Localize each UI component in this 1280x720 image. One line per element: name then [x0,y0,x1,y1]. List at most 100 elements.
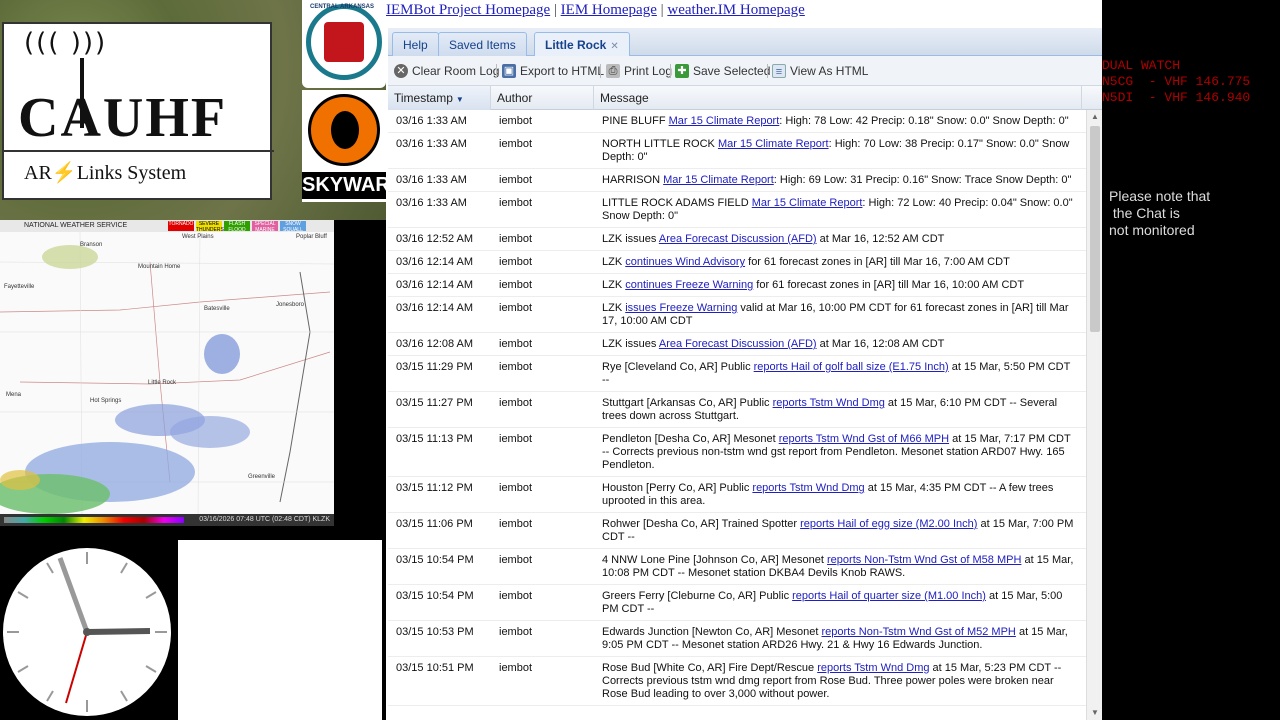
message-link[interactable]: reports Hail of egg size (M2.00 Inch) [800,518,977,530]
table-row[interactable]: 03/16 1:33 AM iembot PINE BLUFF Mar 15 Cli… [388,110,1086,133]
radio-waves-icon: ((( ))) [24,28,108,58]
row-author: iembot [499,302,533,314]
scroll-thumb[interactable] [1090,126,1100,332]
table-row[interactable]: 03/16 1:33 AM iembot NORTH LITTLE ROCK Mar… [388,133,1086,169]
city-label: Greenville [248,474,276,480]
row-message: Rohwer [Desha Co, AR] Trained Spotter re… [602,518,1074,543]
message-link[interactable]: issues Freeze Warning [625,302,737,314]
row-message: HARRISON Mar 15 Climate Report: High: 69… [602,174,1072,186]
row-timestamp: 03/16 12:52 AM [396,233,474,245]
table-row[interactable]: 03/16 12:08 AM iembot LZK issues Area Fore… [388,333,1086,356]
table-row[interactable]: 03/16 12:14 AM iembot LZK issues Freeze Wa… [388,297,1086,333]
message-link[interactable]: reports Hail of golf ball size (E1.75 In… [754,361,949,373]
city-label: Fayetteville [4,284,35,290]
table-row[interactable]: 03/15 11:29 PM iembot Rye [Cleveland Co, A… [388,356,1086,392]
row-timestamp: 03/16 12:14 AM [396,279,474,291]
tab-saved-items[interactable]: Saved Items [438,32,527,56]
city-label: Mena [6,392,22,398]
row-timestamp: 03/15 11:27 PM [396,397,473,409]
legend-flash-flood: FLASH FLOOD [224,221,250,233]
print-log-button[interactable]: ⎙ Print Log [606,62,672,80]
city-label: West Plains [182,234,214,240]
city-label: Jonesboro [276,302,305,308]
table-row[interactable]: 03/16 12:52 AM iembot LZK issues Area Fore… [388,228,1086,251]
table-row[interactable]: 03/15 11:13 PM iembot Pendleton [Desha Co,… [388,428,1086,477]
dual-watch-text: DUAL WATCH N5CG - VHF 146.775 N5DI - VHF… [1102,58,1251,105]
row-author: iembot [499,233,533,245]
message-link[interactable]: Mar 15 Climate Report [718,138,829,150]
row-timestamp: 03/15 10:54 PM [396,554,474,566]
clear-icon: ✕ [394,64,408,78]
message-link[interactable]: Area Forecast Discussion (AFD) [659,338,817,350]
table-row[interactable]: 03/15 11:06 PM iembot Rohwer [Desha Co, AR… [388,513,1086,549]
row-message: LZK continues Freeze Warning for 61 fore… [602,279,1025,291]
message-link[interactable]: continues Freeze Warning [625,279,753,291]
row-author: iembot [499,590,533,602]
table-row[interactable]: 03/16 12:14 AM iembot LZK continues Freeze… [388,274,1086,297]
tab-little-rock[interactable]: Little Rock ✕ [534,32,630,56]
row-message: PINE BLUFF Mar 15 Climate Report: High: … [602,115,1069,127]
vertical-scrollbar[interactable]: ▲ ▼ [1086,110,1102,720]
table-row[interactable]: 03/16 1:33 AM iembot LITTLE ROCK ADAMS FIE… [388,192,1086,228]
blank-panel [178,540,382,720]
iem-homepage-link[interactable]: IEM Homepage [561,2,657,18]
message-link[interactable]: reports Non-Tstm Wnd Gst of M58 MPH [827,554,1021,566]
lightning-icon: ⚡ [51,162,77,184]
row-timestamp: 03/15 11:13 PM [396,433,473,445]
row-author: iembot [499,554,533,566]
row-timestamp: 03/16 1:33 AM [396,174,467,186]
row-author: iembot [499,174,533,186]
spacer [334,220,388,540]
message-link[interactable]: continues Wind Advisory [625,256,745,268]
table-row[interactable]: 03/15 10:53 PM iembot Edwards Junction [Ne… [388,621,1086,657]
message-link[interactable]: reports Tstm Wnd Dmg [817,662,929,674]
right-panel [1102,0,1280,720]
save-selected-button[interactable]: ✚ Save Selected [675,62,770,80]
message-link[interactable]: reports Tstm Wnd Gst of M66 MPH [779,433,949,445]
tab-help[interactable]: Help [392,32,439,56]
column-timestamp[interactable]: Timestamp ▼ [388,86,491,110]
view-as-html-button[interactable]: ≡ View As HTML [772,62,868,80]
table-row[interactable]: 03/16 12:14 AM iembot LZK continues Wind A… [388,251,1086,274]
row-timestamp: 03/16 1:33 AM [396,115,467,127]
message-link[interactable]: Mar 15 Climate Report [752,197,863,209]
sort-desc-icon: ▼ [455,95,464,104]
row-timestamp: 03/15 10:53 PM [396,626,474,638]
row-message: NORTH LITTLE ROCK Mar 15 Climate Report:… [602,138,1070,163]
table-row[interactable]: 03/15 10:54 PM iembot Greers Ferry [Clebur… [388,585,1086,621]
column-author[interactable]: Author [491,86,594,110]
row-message: Rose Bud [White Co, AR] Fire Dept/Rescue… [602,662,1062,700]
row-message: LZK issues Freeze Warning valid at Mar 1… [602,302,1069,327]
row-author: iembot [499,397,533,409]
close-icon[interactable]: ✕ [610,41,618,52]
skywarn-label: SKYWARN [302,172,404,199]
table-row[interactable]: 03/15 10:54 PM iembot 4 NNW Lone Pine [Joh… [388,549,1086,585]
table-row[interactable]: 03/15 11:12 PM iembot Houston [Perry Co, A… [388,477,1086,513]
chat-notice: Please note that the Chat is not monitor… [1109,188,1211,238]
table-row[interactable]: 03/15 10:51 PM iembot Rose Bud [White Co, … [388,657,1086,706]
message-link[interactable]: Mar 15 Climate Report [669,115,780,127]
message-grid: 03/16 1:33 AM iembot PINE BLUFF Mar 15 Cli… [388,110,1086,720]
row-author: iembot [499,626,533,638]
row-author: iembot [499,115,533,127]
table-row[interactable]: 03/15 11:27 PM iembot Stuttgart [Arkansas … [388,392,1086,428]
tab-label: Little Rock [545,38,607,52]
top-links: IEMBot Project Homepage | IEM Homepage |… [386,2,805,18]
message-link[interactable]: Mar 15 Climate Report [663,174,774,186]
column-message[interactable]: Message [594,86,1082,110]
radar-map [0,232,334,514]
table-row[interactable]: 03/16 1:33 AM iembot HARRISON Mar 15 Clima… [388,169,1086,192]
message-link[interactable]: reports Non-Tstm Wnd Gst of M52 MPH [822,626,1016,638]
radar-image: NATIONAL WEATHER SERVICE TORNADO SEVERE … [0,220,334,526]
iembot-homepage-link[interactable]: IEMBot Project Homepage [386,2,550,18]
message-link[interactable]: reports Hail of quarter size (M1.00 Inch… [792,590,986,602]
city-label: Hot Springs [90,398,122,404]
row-timestamp: 03/15 11:12 PM [396,482,473,494]
export-html-button[interactable]: ▣ Export to HTML [502,62,604,80]
message-link[interactable]: Area Forecast Discussion (AFD) [659,233,817,245]
message-link[interactable]: reports Tstm Wnd Dmg [773,397,885,409]
clear-room-log-button[interactable]: ✕ Clear Room Log [394,62,499,80]
hour-hand [86,628,151,635]
message-link[interactable]: reports Tstm Wnd Dmg [752,482,864,494]
weatherim-homepage-link[interactable]: weather.IM Homepage [667,2,804,18]
